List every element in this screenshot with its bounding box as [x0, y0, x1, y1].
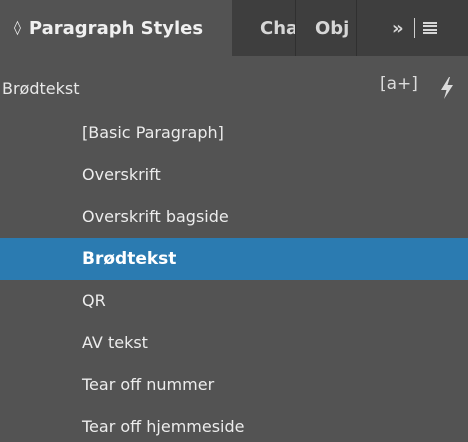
tab-object-styles[interactable]: Obj	[297, 0, 357, 56]
style-item-overskrift[interactable]: Overskrift	[0, 154, 468, 196]
current-style-label: Brødtekst	[2, 78, 80, 98]
tab-character-styles[interactable]: Cha	[232, 0, 296, 56]
style-item-qr[interactable]: QR	[0, 280, 468, 322]
paragraph-styles-panel: ◊ Paragraph Styles Cha Obj » Brødtekst […	[0, 0, 468, 442]
tab-label: Obj	[315, 17, 350, 39]
clear-overrides-button[interactable]: [a+]	[380, 74, 418, 94]
tab-bar-controls: »	[380, 0, 468, 56]
panel-menu-icon[interactable]	[422, 22, 437, 34]
divider	[413, 18, 415, 38]
tab-label: Cha	[260, 17, 296, 39]
current-style-header: Brødtekst [a+]	[0, 66, 468, 110]
tab-paragraph-styles[interactable]: ◊ Paragraph Styles	[0, 0, 232, 56]
style-item-overskrift-bagside[interactable]: Overskrift bagside	[0, 196, 468, 238]
style-item-brodtekst[interactable]: Brødtekst	[0, 238, 468, 280]
style-item-tear-off-nummer[interactable]: Tear off nummer	[0, 364, 468, 406]
collapse-chevron-icon[interactable]: ◊	[14, 20, 21, 36]
panel-tab-bar: ◊ Paragraph Styles Cha Obj »	[0, 0, 468, 56]
style-item-av-tekst[interactable]: AV tekst	[0, 322, 468, 364]
lightning-bolt-icon[interactable]	[438, 76, 456, 100]
paragraph-style-list: [Basic Paragraph] Overskrift Overskrift …	[0, 112, 468, 442]
tab-label: Paragraph Styles	[28, 17, 204, 39]
more-tabs-icon[interactable]: »	[392, 18, 404, 39]
style-item-basic-paragraph[interactable]: [Basic Paragraph]	[0, 112, 468, 154]
style-item-tear-off-hjemmeside[interactable]: Tear off hjemmeside	[0, 406, 468, 442]
